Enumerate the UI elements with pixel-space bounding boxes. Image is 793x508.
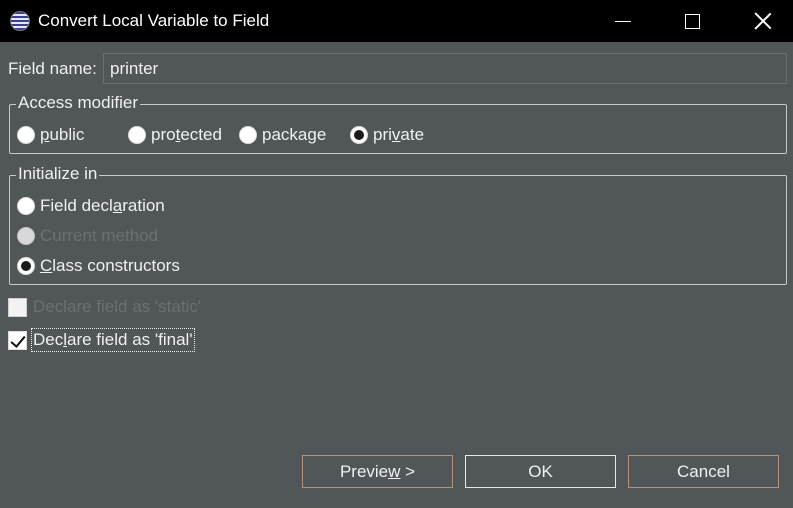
close-icon — [754, 12, 772, 30]
checkbox-final-label: Declare field as 'final' — [31, 328, 195, 352]
radio-class-constructors-dot — [17, 257, 35, 275]
initialize-in-title: Initialize in — [16, 164, 100, 184]
window-title: Convert Local Variable to Field — [38, 11, 270, 30]
radio-class-constructors[interactable]: Class constructors — [17, 256, 180, 276]
radio-current-method: Current method — [17, 226, 158, 246]
checkbox-final[interactable]: Declare field as 'final' — [8, 328, 195, 352]
radio-current-method-label: Current method — [40, 226, 159, 245]
minimize-button[interactable] — [600, 0, 646, 42]
radio-field-declaration-dot — [17, 197, 35, 215]
radio-private-dot — [350, 126, 368, 144]
title-bar: Convert Local Variable to Field — [0, 0, 793, 42]
radio-public-dot — [17, 126, 35, 144]
radio-protected[interactable]: protected — [128, 125, 222, 145]
ok-button[interactable]: OK — [465, 455, 616, 488]
maximize-button[interactable] — [669, 0, 715, 42]
checkbox-static-box — [8, 297, 27, 317]
radio-protected-dot — [128, 126, 146, 144]
radio-public-label: public — [40, 125, 85, 144]
eclipse-icon — [10, 11, 30, 31]
radio-field-declaration[interactable]: Field declaration — [17, 196, 165, 216]
radio-private-label: private — [373, 125, 425, 144]
close-button[interactable] — [740, 0, 786, 42]
checkbox-final-box — [8, 330, 27, 350]
radio-class-constructors-label: Class constructors — [40, 256, 180, 275]
radio-protected-label: protected — [151, 125, 222, 144]
maximize-icon — [684, 13, 700, 29]
radio-package-dot — [239, 126, 257, 144]
access-modifier-title: Access modifier — [16, 93, 140, 113]
radio-public[interactable]: public — [17, 125, 84, 145]
cancel-button[interactable]: Cancel — [628, 455, 779, 488]
radio-package[interactable]: package — [239, 125, 326, 145]
checkbox-static: Declare field as 'static' — [8, 297, 201, 317]
radio-private[interactable]: private — [350, 125, 424, 145]
radio-current-method-dot — [17, 227, 35, 245]
radio-package-label: package — [262, 125, 327, 144]
radio-field-declaration-label: Field declaration — [40, 196, 165, 215]
field-name-input[interactable] — [103, 53, 787, 84]
field-name-label: Field name: — [8, 59, 97, 78]
preview-button[interactable]: Previe w > — [302, 455, 453, 488]
minimize-icon — [615, 20, 631, 22]
checkbox-static-label: Declare field as 'static' — [33, 297, 202, 316]
